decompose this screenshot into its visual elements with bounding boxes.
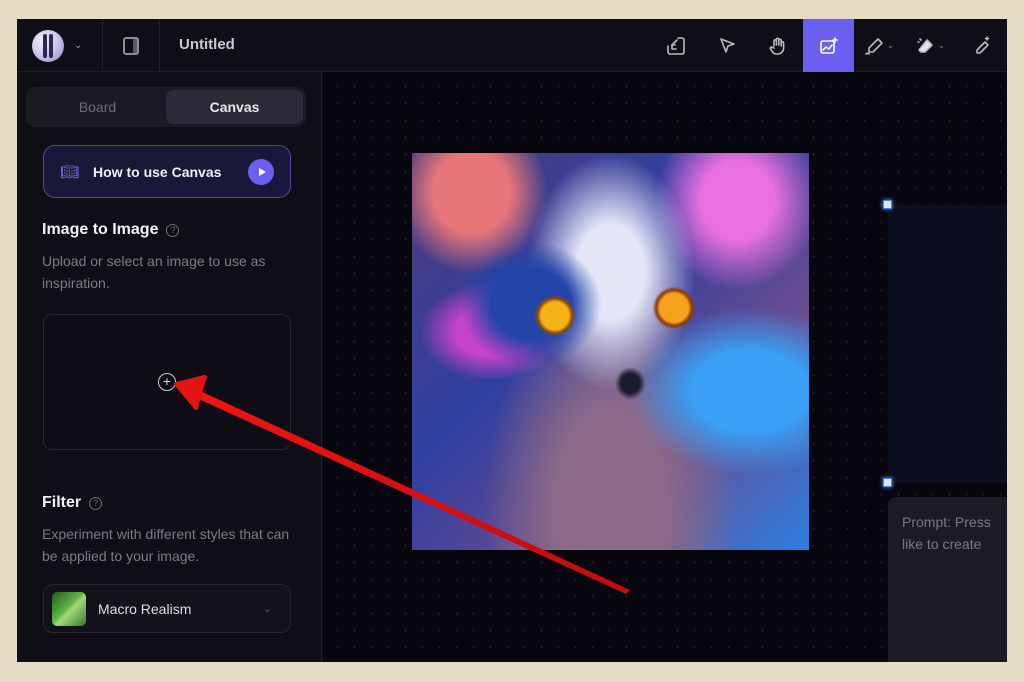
pan-tool[interactable]	[752, 19, 803, 72]
chevron-down-icon: ⌄	[262, 603, 272, 615]
play-icon	[248, 158, 274, 185]
magic-pencil-icon	[975, 35, 989, 54]
app-logo-icon	[32, 29, 64, 62]
draw-tool[interactable]: ⌄	[854, 19, 905, 72]
image-to-image-heading: Image to Image ?	[42, 221, 180, 239]
filter-title: Filter	[42, 494, 82, 511]
image-to-image-description: Upload or select an image to use as insp…	[42, 253, 266, 291]
filter-select[interactable]: Macro Realism ⌄	[43, 584, 291, 633]
tab-board[interactable]: Board	[29, 90, 166, 124]
filter-thumbnail	[52, 591, 86, 626]
select-tool[interactable]	[701, 19, 752, 72]
generation-frame[interactable]	[888, 205, 1007, 483]
hand-icon	[769, 37, 784, 55]
frame-resize-handle[interactable]	[883, 200, 892, 209]
sidebar-panel-icon	[123, 36, 139, 55]
help-icon[interactable]: ?	[166, 223, 180, 237]
tab-canvas[interactable]: Canvas	[166, 90, 303, 124]
sidebar: Board Canvas 📖︎ How to use Canvas Image …	[17, 72, 322, 662]
top-bar: ⌄ Untitled ⌄ ⌄	[17, 19, 1007, 72]
filter-description: Experiment with different styles that ca…	[42, 526, 290, 564]
chevron-down-icon: ⌄	[887, 41, 894, 50]
prompt-input[interactable]: Prompt: Press like to create	[888, 497, 1007, 662]
canvas-area[interactable]: Prompt: Press like to create	[323, 72, 1007, 662]
add-image-plus-icon[interactable]: +	[158, 373, 176, 391]
app-window: ⌄ Untitled ⌄ ⌄ Board Canvas 📖︎ How to us…	[17, 19, 1007, 662]
image-upload-dropzone[interactable]: +	[43, 314, 291, 450]
ai-pencil-tool[interactable]	[956, 19, 1007, 72]
help-icon[interactable]: ?	[89, 496, 103, 510]
chevron-down-icon: ⌄	[74, 40, 83, 51]
book-icon: 📖︎	[60, 163, 80, 181]
toolbar: ⌄ ⌄	[650, 19, 1007, 72]
filter-heading: Filter ?	[42, 494, 103, 512]
how-to-use-canvas-button[interactable]: 📖︎ How to use Canvas	[43, 145, 291, 198]
pencil-icon	[865, 37, 883, 55]
how-to-label: How to use Canvas	[93, 163, 222, 180]
erase-tool[interactable]: ⌄	[905, 19, 956, 72]
eraser-icon	[917, 37, 933, 53]
image-sparkle-icon	[819, 36, 838, 54]
app-menu-button[interactable]: ⌄	[17, 19, 103, 72]
frame-resize-handle[interactable]	[883, 478, 892, 487]
generated-cat-image[interactable]	[412, 153, 809, 550]
cursor-icon	[719, 37, 735, 53]
mode-switch: Board Canvas	[26, 87, 306, 127]
chevron-down-icon: ⌄	[938, 41, 945, 50]
import-tool[interactable]	[650, 19, 701, 72]
import-icon	[666, 36, 685, 55]
document-title[interactable]: Untitled	[179, 36, 235, 53]
toggle-sidebar-button[interactable]	[103, 19, 160, 72]
image-to-image-title: Image to Image	[42, 221, 159, 238]
generate-image-tool[interactable]	[803, 19, 854, 72]
filter-selected-value: Macro Realism	[98, 600, 192, 617]
